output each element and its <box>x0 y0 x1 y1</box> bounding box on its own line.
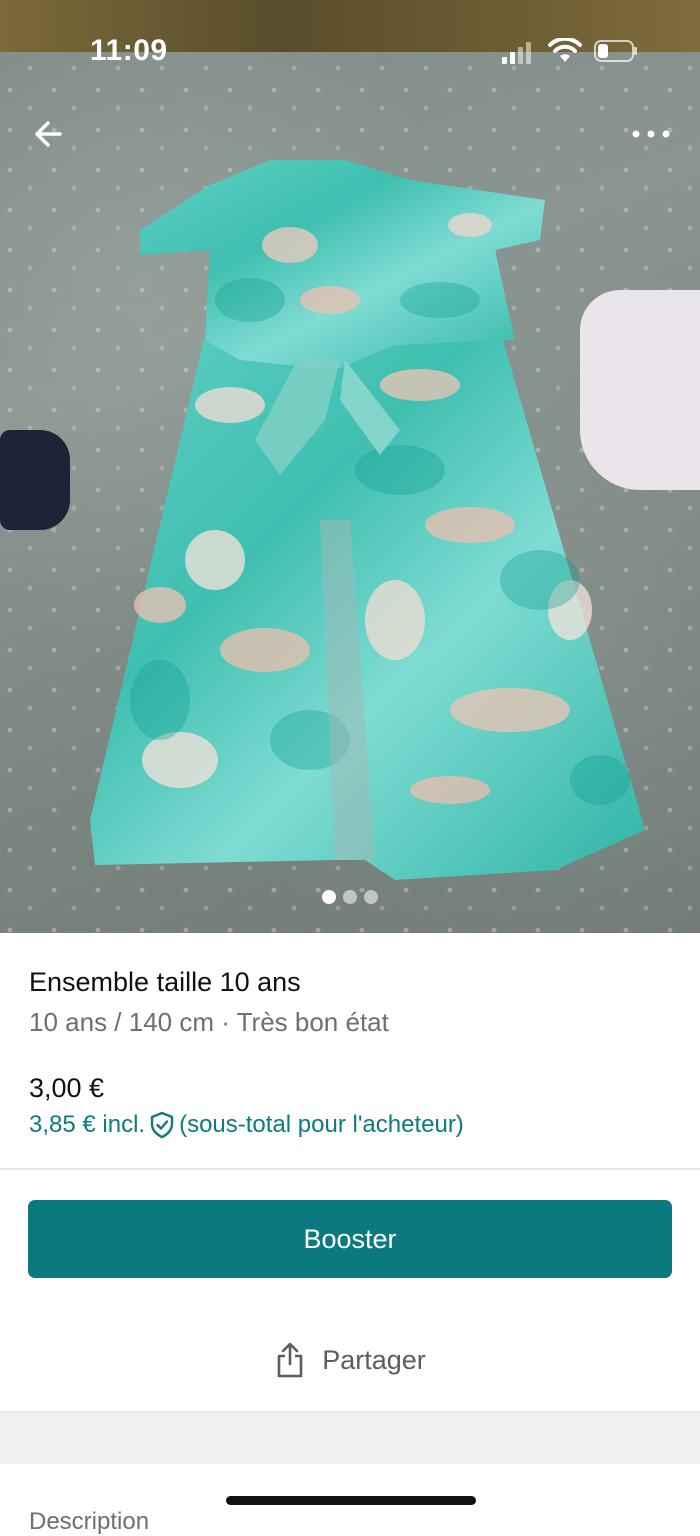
battery-icon <box>594 40 637 62</box>
share-icon <box>277 1342 303 1378</box>
booster-button[interactable]: Booster <box>28 1200 672 1278</box>
section-separator <box>0 1411 700 1464</box>
status-bar: 11:09 <box>0 0 700 100</box>
more-dots-icon[interactable] <box>624 112 678 156</box>
share-label: Partager <box>322 1344 426 1375</box>
listing-title: Ensemble taille 10 ans <box>29 967 301 997</box>
listing-price: 3,00 € <box>29 1073 105 1103</box>
gallery-pagination <box>0 890 700 904</box>
back-arrow-icon[interactable] <box>30 112 74 156</box>
buyer-price-note[interactable]: (sous-total pour l'acheteur) <box>179 1111 464 1139</box>
buyer-price-link[interactable]: 3,85 € incl. (sous-total pour l'acheteur… <box>29 1111 464 1139</box>
home-indicator[interactable] <box>226 1496 476 1505</box>
gallery-dot-3[interactable] <box>364 890 378 904</box>
status-time: 11:09 <box>90 34 168 67</box>
product-photo[interactable]: 11:09 <box>0 0 700 933</box>
description-label: Description <box>29 1508 150 1535</box>
share-button[interactable]: Partager <box>0 1325 700 1395</box>
cellular-signal-icon <box>502 42 531 64</box>
gallery-dot-2[interactable] <box>343 890 357 904</box>
buyer-price-amount[interactable]: 3,85 € incl. <box>29 1111 145 1139</box>
listing-subtitle: 10 ans / 140 cm · Très bon état <box>29 1007 389 1037</box>
shield-check-icon[interactable] <box>149 1111 175 1139</box>
wifi-icon <box>548 38 582 62</box>
garment-illustration <box>90 160 645 880</box>
section-divider <box>0 1168 700 1170</box>
gallery-dot-1[interactable] <box>322 890 336 904</box>
